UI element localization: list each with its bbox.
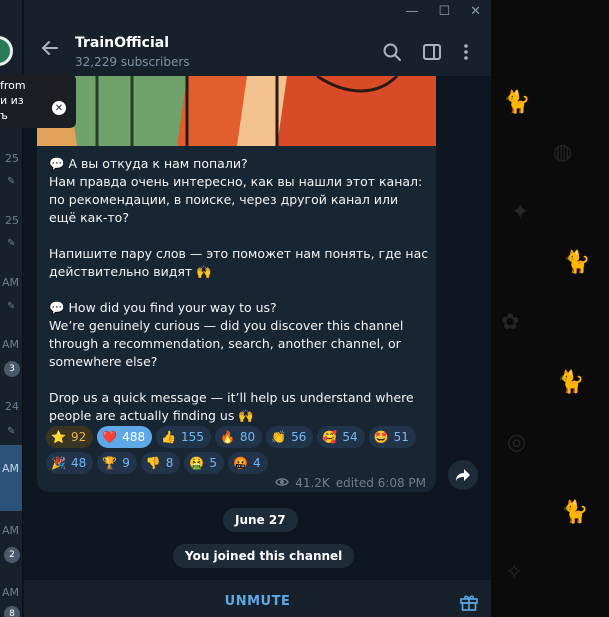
chat-panel: — ☐ ✕ TrainOfficial 32,229 subscribers 💬… xyxy=(24,0,491,617)
thumbs-down-icon: 👎 xyxy=(145,456,161,470)
clap-icon: 👏 xyxy=(271,430,287,444)
cat-doodle-icon: 🐈 xyxy=(561,500,589,525)
view-count: 41.2K xyxy=(295,476,330,490)
reaction-count: 51 xyxy=(393,430,409,444)
channel-title[interactable]: TrainOfficial xyxy=(75,35,169,51)
heart-icon: ❤️ xyxy=(102,430,118,444)
minimize-button[interactable]: — xyxy=(405,4,418,19)
chat-time: AM xyxy=(1,524,19,537)
yarn-doodle-icon: ◎ xyxy=(507,430,527,455)
reaction-clap[interactable]: 👏 56 xyxy=(266,426,314,448)
chat-time: AM xyxy=(1,462,19,475)
trophy-icon: 🏆 xyxy=(102,456,118,470)
reaction-count: 155 xyxy=(181,430,204,444)
reactions-bar: ⭐ 92 ❤️ 488 👍 155 🔥 80 👏 56 🥰 54 🤩 51 🎉 48 🏆 9 👎 8… xyxy=(46,426,431,474)
reaction-thumbs-up[interactable]: 👍 155 xyxy=(156,426,211,448)
fish-doodle-icon: ✧ xyxy=(505,560,524,585)
cat-doodle-icon: 🐈 xyxy=(503,90,531,115)
reaction-count: 9 xyxy=(122,456,130,470)
party-popper-icon: 🎉 xyxy=(51,456,66,470)
unread-badge: 2 xyxy=(4,547,20,563)
post-question-ru: 💬 А вы откуда к нам попали? xyxy=(49,156,248,171)
bottom-bar: UNMUTE xyxy=(24,580,491,617)
reaction-count: 92 xyxy=(70,430,87,444)
reaction-vomit[interactable]: 🤮 5 xyxy=(184,452,225,474)
reaction-thumbs-down[interactable]: 👎 8 xyxy=(140,452,181,474)
sidebar-toggle-icon[interactable] xyxy=(422,42,442,66)
reaction-count: 8 xyxy=(165,456,174,470)
post-paragraph-ru: Напишите пару слов — это поможет нам пон… xyxy=(49,246,429,279)
chat-time: 25 xyxy=(5,214,19,227)
reaction-trophy[interactable]: 🏆 9 xyxy=(97,452,137,474)
close-window-button[interactable]: ✕ xyxy=(470,4,481,19)
reaction-star-eyes[interactable]: 🤩 51 xyxy=(368,426,416,448)
post-question-en: 💬 How did you find your way to us? xyxy=(49,300,277,315)
unread-badge: 3 xyxy=(4,361,20,377)
date-separator: June 27 xyxy=(223,508,298,532)
reaction-angry[interactable]: 🤬 4 xyxy=(228,452,268,474)
pin-icon: ✎ xyxy=(7,426,16,437)
cat-doodle-icon: 🐈 xyxy=(563,250,591,275)
reaction-fire[interactable]: 🔥 80 xyxy=(214,426,263,448)
chat-time: AM xyxy=(1,276,19,289)
maximize-button[interactable]: ☐ xyxy=(438,4,450,19)
chat-time: AM xyxy=(1,586,19,599)
reaction-count: 4 xyxy=(252,456,261,470)
post-paragraph-en: Drop us a quick message — it’ll help us … xyxy=(49,390,414,423)
unread-badge: 8 xyxy=(4,606,20,617)
fire-icon: 🔥 xyxy=(219,430,235,444)
post-paragraph-ru: Нам правда очень интересно, как вы нашли… xyxy=(49,174,423,225)
pin-icon: ✎ xyxy=(7,301,16,312)
edited-time: edited 6:08 PM xyxy=(335,476,426,490)
chat-wallpaper: 🐈 ◍ ✦ 🐈 ✿ 🐈 ◎ 🐈 ✧ xyxy=(491,0,609,617)
gift-icon[interactable] xyxy=(459,592,479,616)
thumbs-up-icon: 👍 xyxy=(161,430,177,444)
star-eyes-icon: 🤩 xyxy=(373,430,389,444)
share-icon[interactable] xyxy=(448,460,478,490)
love-face-icon: 🥰 xyxy=(322,430,338,444)
angry-face-icon: 🤬 xyxy=(233,456,248,470)
subscriber-count: 32,229 subscribers xyxy=(75,55,190,69)
chat-time: AM xyxy=(1,338,19,351)
window-controls: — ☐ ✕ xyxy=(405,4,481,19)
join-notice: You joined this channel xyxy=(173,544,355,568)
reaction-count: 488 xyxy=(122,430,146,444)
pin-icon: ✎ xyxy=(7,176,16,187)
tooltip-line: from xyxy=(0,79,26,92)
post-paragraph-en: We’re genuinely curious — did you discov… xyxy=(49,318,404,369)
post-text: 💬 А вы откуда к нам попали? Нам правда о… xyxy=(49,155,429,425)
post-image[interactable] xyxy=(37,76,436,146)
reaction-party[interactable]: 🎉 48 xyxy=(46,452,94,474)
reaction-count: 80 xyxy=(239,430,256,444)
reaction-count: 56 xyxy=(291,430,307,444)
reaction-count: 48 xyxy=(70,456,87,470)
more-vertical-icon[interactable] xyxy=(460,42,472,66)
close-icon[interactable]: ✕ xyxy=(52,101,66,115)
star-icon: ⭐ xyxy=(51,430,66,444)
paw-doodle-icon: ✿ xyxy=(501,310,520,335)
cat-doodle-icon: 🐈 xyxy=(557,370,585,395)
notification-tooltip: from и из ъ ✕ xyxy=(0,74,76,128)
channel-post[interactable]: 💬 А вы откуда к нам попали? Нам правда о… xyxy=(37,76,436,492)
post-meta: 41.2K edited 6:08 PM xyxy=(275,476,426,490)
selected-chat-highlight[interactable] xyxy=(0,445,22,511)
chat-avatar[interactable] xyxy=(0,36,13,66)
reaction-star[interactable]: ⭐ 92 xyxy=(46,426,94,448)
fish-doodle-icon: ✦ xyxy=(511,200,530,225)
pin-icon: ✎ xyxy=(7,238,16,249)
chat-time: 25 xyxy=(5,152,19,165)
reaction-count: 5 xyxy=(209,456,218,470)
unmute-button[interactable]: UNMUTE xyxy=(24,594,491,609)
ball-doodle-icon: ◍ xyxy=(553,140,573,165)
reaction-love-face[interactable]: 🥰 54 xyxy=(317,426,365,448)
eye-icon xyxy=(275,476,289,490)
reaction-count: 54 xyxy=(342,430,358,444)
chat-header: — ☐ ✕ TrainOfficial 32,229 subscribers xyxy=(24,0,491,76)
reaction-heart[interactable]: ❤️ 488 xyxy=(97,426,153,448)
chat-time: 24 xyxy=(5,400,19,413)
search-icon[interactable] xyxy=(382,42,402,66)
vomit-face-icon: 🤮 xyxy=(189,456,205,470)
back-arrow-icon[interactable] xyxy=(40,38,60,63)
